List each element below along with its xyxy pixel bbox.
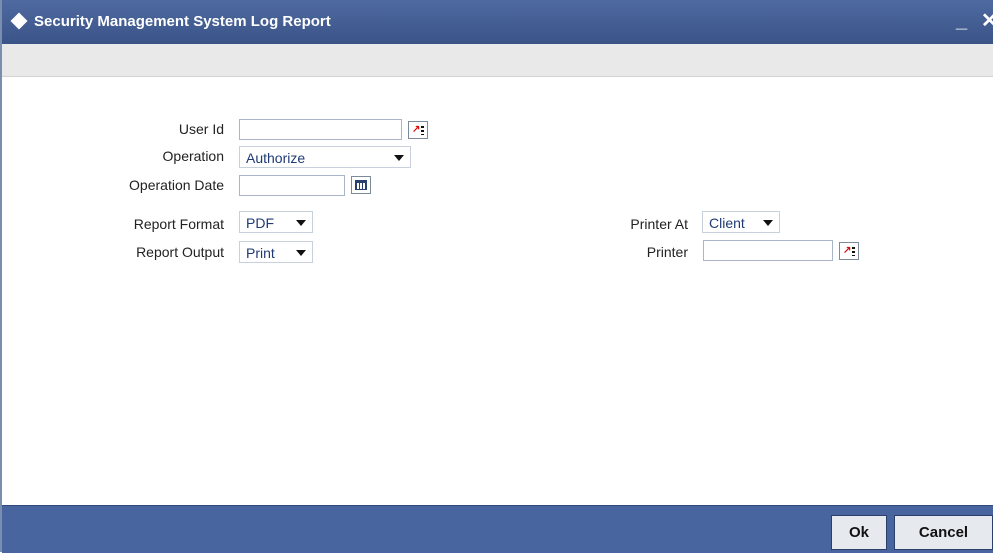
close-button[interactable]: ✕	[981, 8, 993, 33]
report-output-select[interactable]: Print	[239, 241, 313, 263]
title-bar: Security Management System Log Report _ …	[2, 0, 993, 44]
operation-selected-value: Authorize	[246, 150, 306, 166]
window-title: Security Management System Log Report	[34, 13, 331, 30]
operation-date-label: Operation Date	[129, 177, 224, 193]
chevron-down-icon	[394, 155, 404, 161]
operation-label: Operation	[162, 148, 224, 164]
chevron-down-icon	[296, 220, 306, 226]
printer-input[interactable]	[703, 240, 833, 261]
lov-arrow-icon: ↗	[412, 124, 421, 135]
operation-select[interactable]: Authorize	[239, 146, 411, 168]
ok-button[interactable]: Ok	[831, 515, 887, 550]
report-format-label: Report Format	[133, 216, 224, 232]
cancel-button[interactable]: Cancel	[894, 515, 993, 550]
report-window: Security Management System Log Report _ …	[0, 0, 993, 553]
user-id-input[interactable]	[239, 119, 402, 140]
calendar-button[interactable]	[351, 176, 371, 194]
app-diamond-icon	[10, 12, 28, 30]
printer-label: Printer	[646, 244, 688, 260]
report-format-selected-value: PDF	[246, 215, 274, 231]
toolbar-strip	[2, 44, 993, 77]
report-format-select[interactable]: PDF	[239, 211, 313, 233]
operation-date-input[interactable]	[239, 175, 345, 196]
printer-at-select[interactable]: Client	[702, 211, 780, 233]
report-output-selected-value: Print	[246, 245, 275, 261]
chevron-down-icon	[296, 250, 306, 256]
user-id-lov-button[interactable]: ↗	[408, 121, 428, 139]
printer-at-selected-value: Client	[709, 215, 745, 231]
printer-at-label: Printer At	[630, 216, 688, 232]
minimize-button[interactable]: _	[956, 10, 967, 33]
footer-bar: Ok Cancel	[2, 505, 993, 553]
user-id-label: User Id	[178, 121, 224, 137]
printer-lov-button[interactable]: ↗	[839, 242, 859, 260]
report-output-label: Report Output	[136, 244, 224, 260]
chevron-down-icon	[763, 220, 773, 226]
lov-arrow-icon: ↗	[843, 245, 852, 256]
